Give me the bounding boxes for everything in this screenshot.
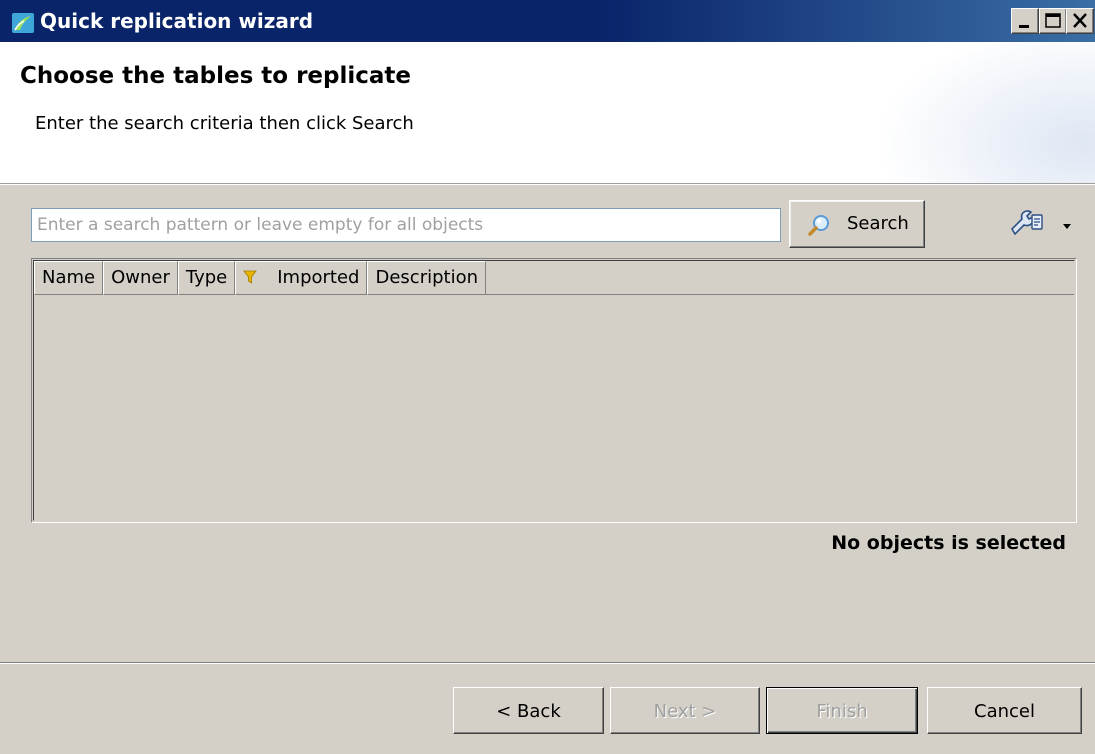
tools-dropdown-icon [1010,210,1071,236]
header-decoration [875,43,1095,183]
column-label: Name [42,267,96,288]
column-header-description[interactable]: Description [367,261,486,295]
maximize-button[interactable] [1039,8,1067,34]
column-label: Imported [277,267,360,288]
back-button[interactable]: < Back [453,687,604,734]
footer-divider-highlight [0,663,1095,664]
column-label: Owner [111,267,170,288]
next-button[interactable]: Next > [610,687,760,734]
table-header: Name Owner Type Imported Description [34,261,1074,295]
filter-icon [243,270,258,284]
table-body[interactable]: Name Owner Type Imported Description [33,260,1075,521]
search-input[interactable] [31,208,781,242]
close-icon [1073,13,1087,28]
column-header-type[interactable]: Type [177,261,236,295]
search-button-label: Search [847,213,909,234]
search-button[interactable]: Search [789,200,925,248]
divider [0,184,1095,185]
column-label: Description [375,267,478,288]
column-label: Type [185,267,228,288]
column-header-imported[interactable]: Imported [235,261,368,295]
objects-table[interactable]: Name Owner Type Imported Description [31,258,1077,523]
close-button[interactable] [1066,8,1094,34]
page-subtitle: Enter the search criteria then click Sea… [35,113,414,134]
column-header-name[interactable]: Name [34,261,104,295]
page-title: Choose the tables to replicate [20,63,412,89]
selection-status: No objects is selected [831,532,1066,554]
maximize-icon [1045,13,1061,28]
window-title: Quick replication wizard [40,9,314,33]
header-filler [486,261,1074,295]
app-icon [12,13,34,33]
wizard-header: Choose the tables to replicate Enter the… [0,43,1095,184]
column-header-owner[interactable]: Owner [103,261,178,295]
minimize-icon [1019,25,1029,28]
minimize-button[interactable] [1011,8,1039,34]
finish-button[interactable]: Finish [766,687,918,734]
cancel-button[interactable]: Cancel [927,687,1082,734]
tools-dropdown-button[interactable] [1008,207,1074,239]
magnifier-icon [808,215,829,236]
title-bar[interactable]: Quick replication wizard [0,0,1095,43]
